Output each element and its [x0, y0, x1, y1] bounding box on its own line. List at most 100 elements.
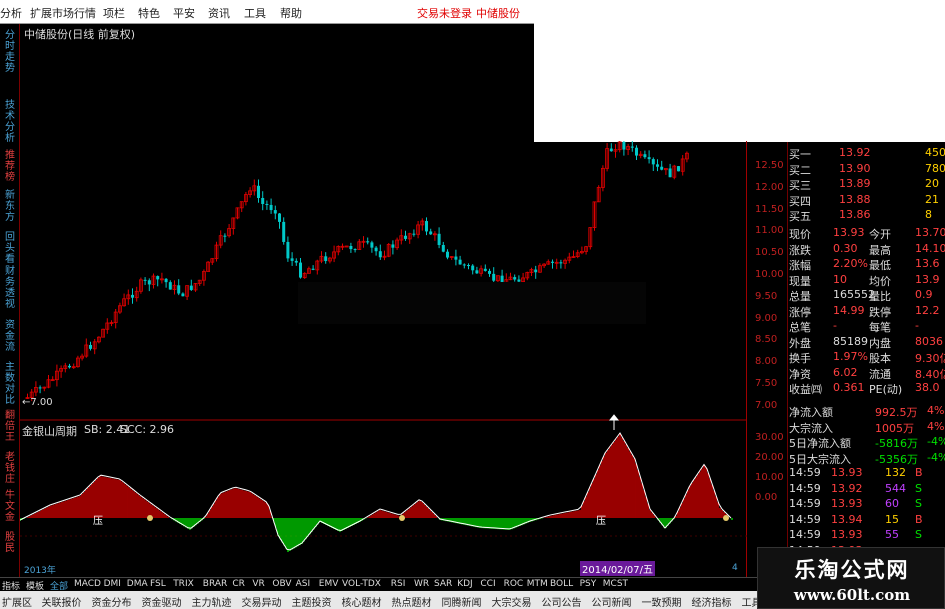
indicator-tab[interactable]: TRIX — [173, 579, 194, 589]
tab-new-oriental[interactable]: 新东方 — [2, 190, 18, 223]
indicator-tab[interactable]: OBV — [272, 579, 291, 589]
menu-pingan[interactable]: 平安 — [173, 5, 195, 21]
tab-compare[interactable]: 主数对比 — [2, 362, 18, 406]
extension-link[interactable]: 公司新闻 — [592, 594, 632, 609]
indicator-tab[interactable]: SAR — [434, 579, 452, 589]
pressure-label-2: 压 — [596, 516, 606, 527]
indicator-tab[interactable]: ASI — [296, 579, 311, 589]
indicator-tab[interactable]: PSY — [580, 579, 597, 589]
extension-link[interactable]: 交易异动 — [242, 594, 282, 609]
tick-volume: 544 — [885, 481, 906, 495]
extension-link-bar: 扩展区 关联报价 资金分布 资金驱动 主力轨迹 交易异动 主题投资 核心题材 热点题材 同腾新闻大… — [0, 591, 762, 609]
candle-down — [324, 256, 328, 261]
indicator-tab[interactable]: MTM — [527, 579, 548, 589]
extension-link[interactable]: 核心题材 — [342, 594, 382, 609]
indicator-tab[interactable]: CCI — [480, 579, 495, 589]
candle-down — [223, 235, 227, 237]
candle-down — [189, 285, 193, 290]
candle-down — [404, 235, 407, 239]
stat-label: 外盘 — [789, 336, 811, 350]
tick-volume: 132 — [885, 466, 906, 479]
tab-old-bank[interactable]: 老钱庄 — [2, 452, 18, 485]
tick-time: 14:59 — [789, 528, 821, 541]
tab-finance[interactable]: 财务透视 — [2, 266, 18, 310]
extension-link[interactable]: 关联报价 — [42, 594, 82, 609]
flow-value: -5816万 — [875, 437, 918, 450]
extension-link[interactable]: 主题投资 — [292, 594, 332, 609]
chart-area[interactable]: 中储股份(日线 前复权) ←7.00 金银山周期 SB: 2.41 SCC: 2… — [20, 24, 784, 577]
menu-column[interactable]: 项栏 — [103, 5, 125, 21]
stat-label: 股本 — [869, 352, 891, 365]
indicator-tab[interactable]: WR — [414, 579, 429, 589]
indicator-tab[interactable]: ROC — [504, 579, 524, 589]
stat-value: 38.0 — [915, 381, 940, 394]
menu-special[interactable]: 特色 — [138, 5, 160, 21]
candle-down — [441, 245, 445, 252]
extension-link[interactable]: 大宗交易 — [492, 594, 532, 609]
bid-price: 13.89 — [839, 177, 871, 190]
extension-link[interactable]: 热点题材 — [392, 594, 432, 609]
stat-value: 1.97% — [833, 350, 868, 363]
indicator-tab[interactable]: DMI — [104, 579, 121, 589]
indicator-tab[interactable]: VOL-TDX — [342, 579, 381, 589]
signal-marker — [723, 515, 729, 521]
stat-label: 均价 — [869, 274, 891, 288]
stat-value: 13.93 — [833, 226, 865, 239]
flow-label: 净流入额 — [789, 406, 833, 419]
indicator-tab[interactable]: DMA — [127, 579, 148, 589]
indicator-tab[interactable]: VR — [252, 579, 264, 589]
flow-pct: -4% — [927, 450, 945, 464]
flow-pct: -4% — [927, 435, 945, 448]
menu-news[interactable]: 资讯 — [208, 5, 230, 21]
time-axis-end: 4 — [732, 563, 738, 573]
menu-analysis[interactable]: 分析 — [0, 5, 22, 21]
login-status[interactable]: 交易未登录 — [417, 5, 472, 21]
menu-tools[interactable]: 工具 — [244, 5, 266, 21]
extension-link[interactable]: 一致预期 — [642, 594, 682, 609]
tick-row: 14:59 13.93 55 S — [747, 528, 945, 543]
menu-extended-market[interactable]: 扩展市场行情 — [30, 5, 96, 21]
stat-value: 12.2 — [915, 303, 940, 317]
bid-volume: 450 — [925, 146, 945, 159]
candle-down — [164, 278, 168, 283]
menu-help[interactable]: 帮助 — [280, 5, 302, 21]
extension-link[interactable]: 资金分布 — [92, 594, 132, 609]
tab-investor[interactable]: 股民 — [2, 532, 18, 554]
indicator-tab[interactable]: FSL — [150, 579, 166, 589]
extension-link[interactable]: 资金驱动 — [142, 594, 182, 609]
kline-chart-svg[interactable] — [20, 24, 747, 577]
indicator-tab[interactable]: EMV — [319, 579, 339, 589]
tab-double-king[interactable]: 翻倍王 — [2, 410, 18, 443]
indicator-tab[interactable]: KDJ — [457, 579, 473, 589]
candle-down — [168, 282, 172, 290]
tick-volume: 55 — [885, 528, 899, 541]
candle-down — [294, 260, 298, 263]
extension-link[interactable]: 主力轨迹 — [192, 594, 232, 609]
tab-fund-flow[interactable]: 资金流 — [2, 320, 18, 353]
stat-row: 现价 13.93 今开 13.70 — [747, 226, 945, 241]
extension-link[interactable]: 同腾新闻 — [442, 594, 482, 609]
stat-label: 跌停 — [869, 305, 891, 319]
extension-link[interactable]: 经济指标 — [692, 594, 732, 609]
tab-intraday[interactable]: 分时走势 — [2, 30, 18, 74]
candle-down — [366, 241, 370, 243]
tick-volume: 15 — [885, 512, 899, 526]
stat-label: 最高 — [869, 243, 891, 257]
indicator-tab[interactable]: BOLL — [550, 579, 573, 589]
tab-look-back[interactable]: 回头看 — [2, 232, 18, 265]
indicator-tab[interactable]: CR — [232, 579, 245, 589]
tab-recommend[interactable]: 推荐榜 — [2, 150, 18, 183]
extension-link[interactable]: 扩展区 — [2, 594, 32, 609]
tab-niu-wenjin[interactable]: 牛文金 — [2, 490, 18, 523]
extension-link[interactable]: 公司公告 — [542, 594, 582, 609]
indicator-tab[interactable]: BRAR — [203, 579, 227, 589]
tab-technical[interactable]: 技术分析 — [2, 100, 18, 144]
stat-value: 14.99 — [833, 303, 865, 317]
flow-value: 992.5万 — [875, 406, 918, 419]
indicator-tab[interactable]: MCST — [603, 579, 628, 589]
candle-down — [156, 276, 160, 280]
indicator-tab[interactable]: RSI — [391, 579, 406, 589]
indicator-tab[interactable]: MACD — [74, 579, 101, 589]
stat-row: 总量 165552 量比 0.9 — [747, 288, 945, 303]
bid-label: 买二 — [789, 163, 811, 177]
